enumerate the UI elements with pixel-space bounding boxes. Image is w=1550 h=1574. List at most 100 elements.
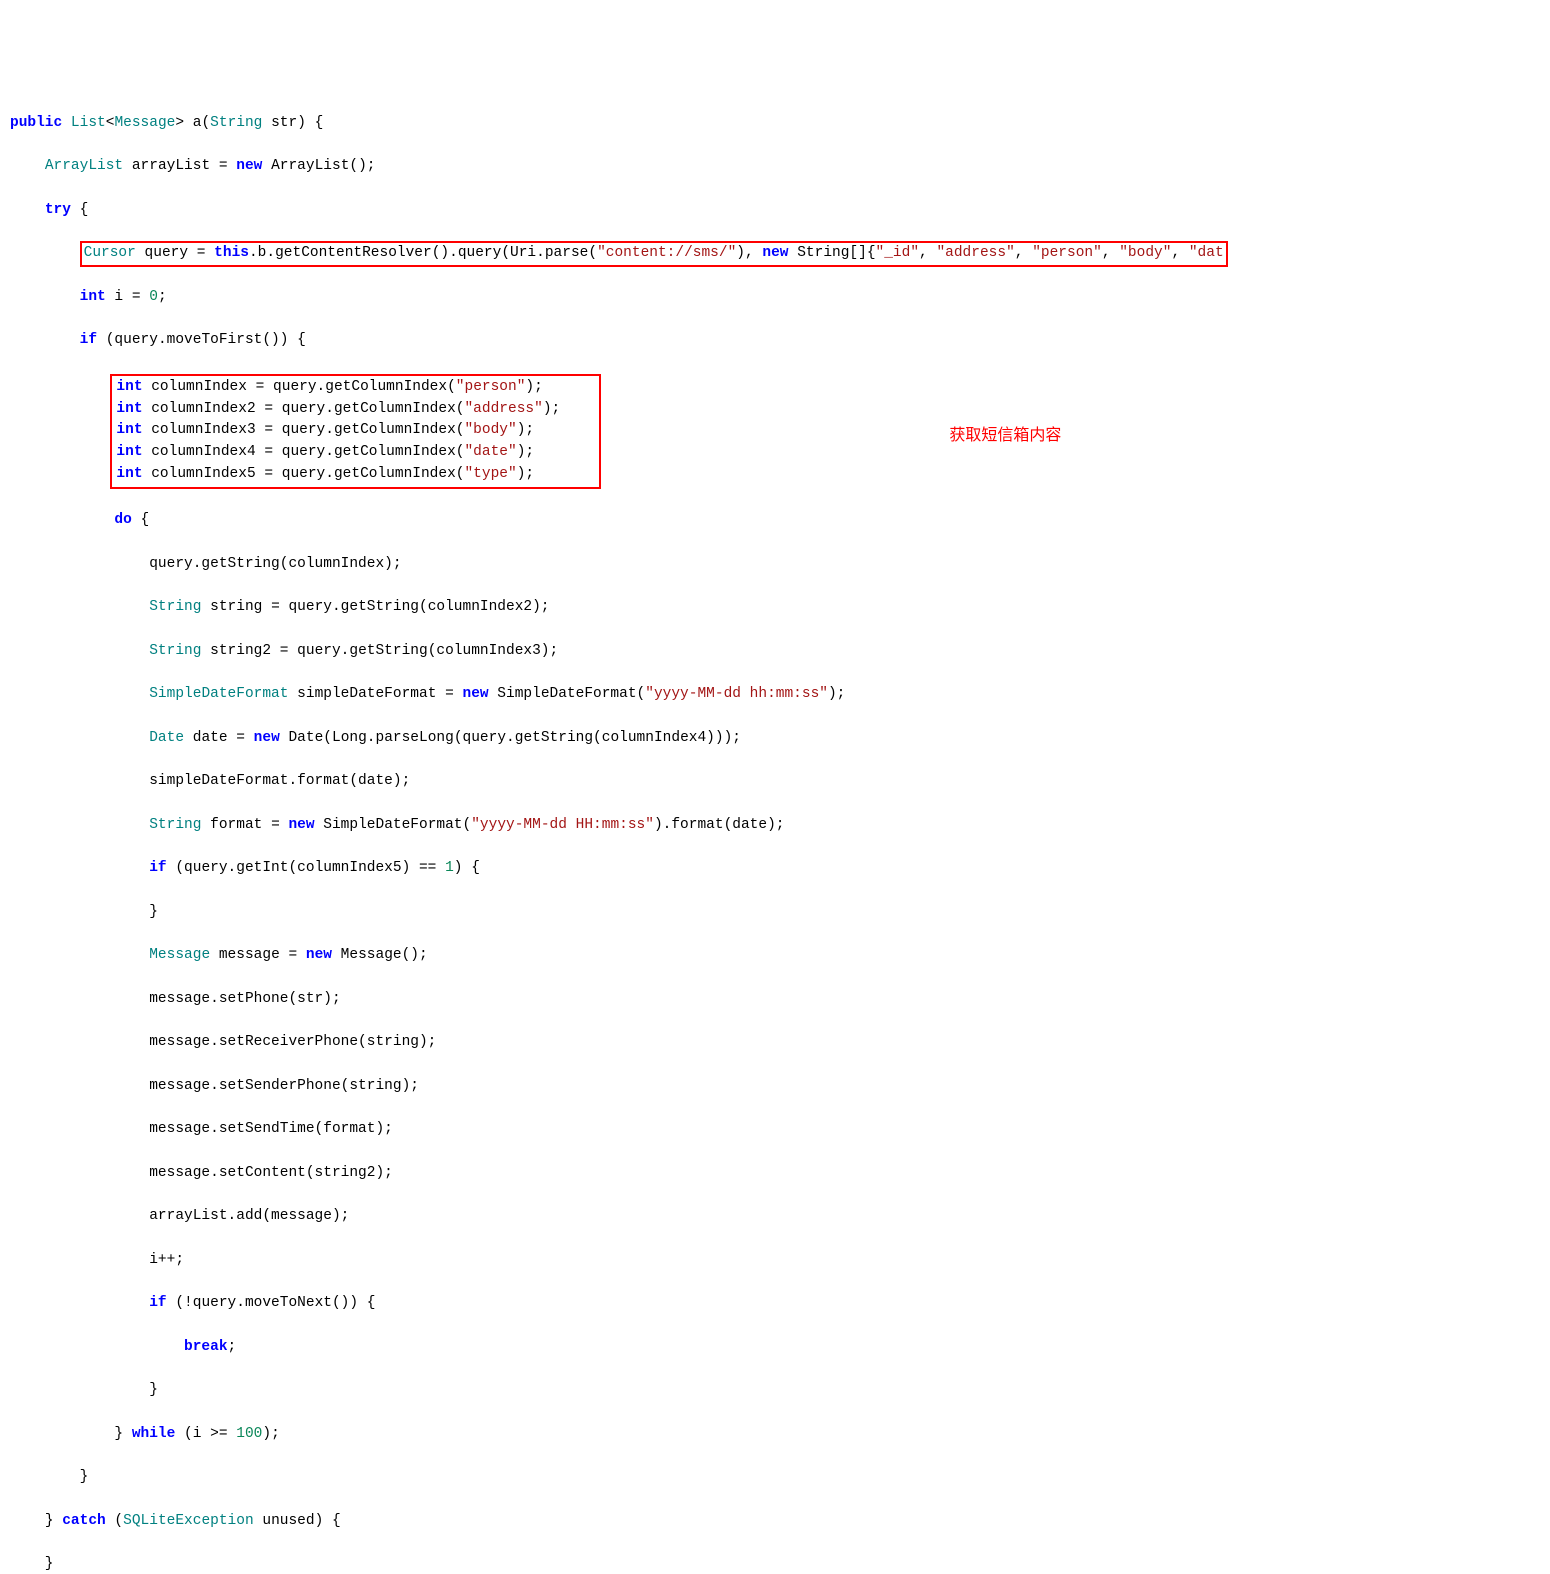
- punct: >: [175, 115, 184, 131]
- type: Message: [149, 947, 210, 963]
- keyword: do: [114, 512, 131, 528]
- punct: );: [262, 1426, 279, 1442]
- type: SQLiteException: [123, 1513, 254, 1529]
- keyword: if: [149, 1295, 166, 1311]
- code-line: String string2 = query.getString(columnI…: [10, 641, 1540, 663]
- punct: ).format(date);: [654, 817, 785, 833]
- method-name: a: [184, 115, 201, 131]
- keyword: try: [45, 202, 71, 218]
- annotation-label: 获取短信箱内容: [949, 424, 1061, 448]
- indent: [10, 947, 149, 963]
- text: unused) {: [254, 1513, 341, 1529]
- type: Message: [114, 115, 175, 131]
- string-literal: "address": [936, 245, 1014, 261]
- string-literal: "_id": [876, 245, 920, 261]
- text: ArrayList();: [262, 158, 375, 174]
- punct: (: [201, 115, 210, 131]
- text: .b.getContentResolver().query(Uri.: [249, 245, 545, 261]
- highlight-box-2: int columnIndex = query.getColumnIndex("…: [110, 374, 601, 489]
- text: i =: [106, 289, 150, 305]
- indent: [10, 1295, 149, 1311]
- text: query.getString(columnIndex);: [10, 556, 402, 572]
- string-literal: "person": [1032, 245, 1102, 261]
- text: query =: [136, 245, 214, 261]
- punct: );: [517, 444, 534, 460]
- keyword: int: [116, 444, 142, 460]
- keyword: while: [132, 1426, 176, 1442]
- code-line: do {: [10, 510, 1540, 532]
- code-line: try {: [10, 200, 1540, 222]
- type: Date: [149, 730, 184, 746]
- code-line: SimpleDateFormat simpleDateFormat = new …: [10, 684, 1540, 706]
- text: format =: [201, 817, 288, 833]
- keyword: this: [214, 245, 249, 261]
- indent: [10, 202, 45, 218]
- keyword: break: [184, 1339, 228, 1355]
- text: columnIndex3 = query.getColumnIndex(: [143, 422, 465, 438]
- text: message.setPhone(str);: [10, 991, 341, 1007]
- text: (query.moveToFirst()) {: [97, 332, 306, 348]
- code-line: i++;: [10, 1250, 1540, 1272]
- keyword: new: [306, 947, 332, 963]
- indent: [10, 332, 80, 348]
- punct: }: [10, 1469, 88, 1485]
- keyword: int: [116, 466, 142, 482]
- code-line: String string = query.getString(columnIn…: [10, 597, 1540, 619]
- punct: ) {: [454, 860, 480, 876]
- punct: );: [543, 401, 560, 417]
- indent: [10, 289, 80, 305]
- text: Message();: [332, 947, 428, 963]
- code-line: message.setSendTime(format);: [10, 1119, 1540, 1141]
- code-line: query.getString(columnIndex);: [10, 554, 1540, 576]
- number: 1: [445, 860, 454, 876]
- keyword: if: [149, 860, 166, 876]
- punct: }: [10, 1556, 54, 1572]
- code-line: Date date = new Date(Long.parseLong(quer…: [10, 728, 1540, 750]
- string-literal: "address": [464, 401, 542, 417]
- indent: [10, 599, 149, 615]
- code-line: message.setSenderPhone(string);: [10, 1076, 1540, 1098]
- indent: [10, 686, 149, 702]
- text: (query.getString(columnIndex4)));: [454, 730, 741, 746]
- text: message =: [210, 947, 306, 963]
- keyword: public: [10, 115, 62, 131]
- code-line: if (query.getInt(columnIndex5) == 1) {: [10, 858, 1540, 880]
- type: SimpleDateFormat: [149, 686, 288, 702]
- keyword: int: [80, 289, 106, 305]
- punct: {: [306, 115, 323, 131]
- code-line: arrayList.add(message);: [10, 1206, 1540, 1228]
- string-literal: "yyyy-MM-dd hh:mm:ss": [645, 686, 828, 702]
- code-line: }: [10, 1380, 1540, 1402]
- text: arrayList =: [123, 158, 236, 174]
- punct: (: [588, 245, 597, 261]
- param: str: [262, 115, 297, 131]
- type: ArrayList: [45, 158, 123, 174]
- code-line: message.setPhone(str);: [10, 989, 1540, 1011]
- punct: ,: [1171, 245, 1188, 261]
- keyword: catch: [62, 1513, 106, 1529]
- keyword: new: [236, 158, 262, 174]
- keyword: if: [80, 332, 97, 348]
- indent: [10, 860, 149, 876]
- text: (query.getInt(columnIndex5) ==: [167, 860, 445, 876]
- keyword: int: [116, 379, 142, 395]
- indent: [10, 245, 80, 261]
- text: i++;: [10, 1252, 184, 1268]
- punct: }: [45, 1513, 62, 1529]
- string-literal: "body": [1119, 245, 1171, 261]
- indent: [10, 643, 149, 659]
- punct: ,: [1102, 245, 1119, 261]
- text: SimpleDateFormat(: [489, 686, 646, 702]
- punct: }: [10, 1382, 158, 1398]
- string-literal: "type": [464, 466, 516, 482]
- indent: [10, 730, 149, 746]
- keyword: int: [116, 401, 142, 417]
- text: columnIndex2 = query.getColumnIndex(: [143, 401, 465, 417]
- text: SimpleDateFormat(: [315, 817, 472, 833]
- punct: );: [828, 686, 845, 702]
- code-line: public List<Message> a(String str) {: [10, 113, 1540, 135]
- text: message.setReceiverPhone(string);: [10, 1034, 436, 1050]
- punct: ,: [1015, 245, 1032, 261]
- keyword: new: [254, 730, 280, 746]
- punct: (: [106, 1513, 123, 1529]
